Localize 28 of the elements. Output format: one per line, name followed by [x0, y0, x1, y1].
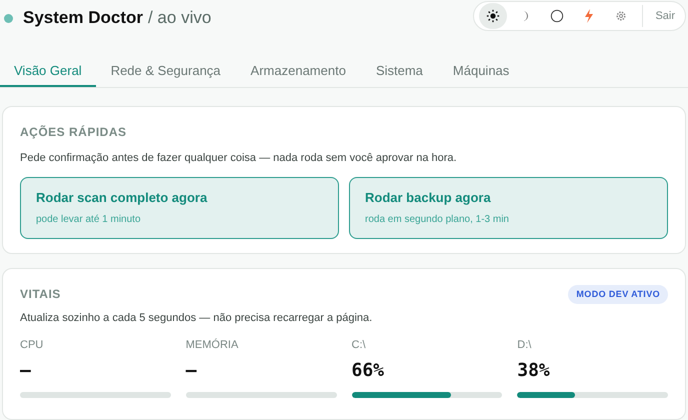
settings-icon — [615, 10, 628, 22]
sun-icon — [486, 9, 500, 23]
metric-label: CPU — [20, 338, 44, 352]
logout-button[interactable]: Sair — [649, 8, 681, 24]
lightning-icon — [584, 9, 594, 23]
metric-label: C:\ — [352, 338, 367, 352]
status-badge: MODO DEV ATIVO — [568, 284, 668, 304]
metric-value: 66% — [352, 359, 386, 383]
section-description: Atualiza sozinho a cada 5 segundos — não precisa recarregar a página. — [20, 311, 374, 326]
app-title: System Doctor — [23, 7, 143, 30]
section-heading: VITAIS — [20, 286, 61, 304]
action-button[interactable]: Rodar scan completo agora pode levar até 1 minuto — [20, 176, 339, 238]
section-heading: AÇÕES RÁPIDAS — [20, 124, 128, 141]
action-button[interactable]: Rodar backup agora roda em segundo plano, 1-3 min — [349, 176, 668, 238]
tab[interactable]: Sistema — [360, 56, 438, 87]
circle-icon — [550, 9, 564, 23]
tab[interactable]: Rede & Segurança — [96, 56, 236, 87]
metric-value: – — [186, 359, 198, 383]
tab[interactable]: Máquinas — [438, 56, 524, 87]
theme-button[interactable] — [479, 3, 508, 29]
metric-label: MEMÓRIA — [186, 338, 240, 352]
tab[interactable]: Armazenamento — [236, 56, 361, 87]
section-description: Pede confirmação antes de fazer qualquer coisa — nada roda sem você aprovar na hora. — [20, 151, 458, 166]
tab[interactable]: Visão Geral — [0, 56, 96, 87]
metric-value: – — [20, 359, 32, 383]
app-subtitle: / ao vivo — [148, 7, 212, 30]
metric-value: 38% — [517, 359, 551, 383]
metric-label: D:\ — [517, 338, 532, 352]
